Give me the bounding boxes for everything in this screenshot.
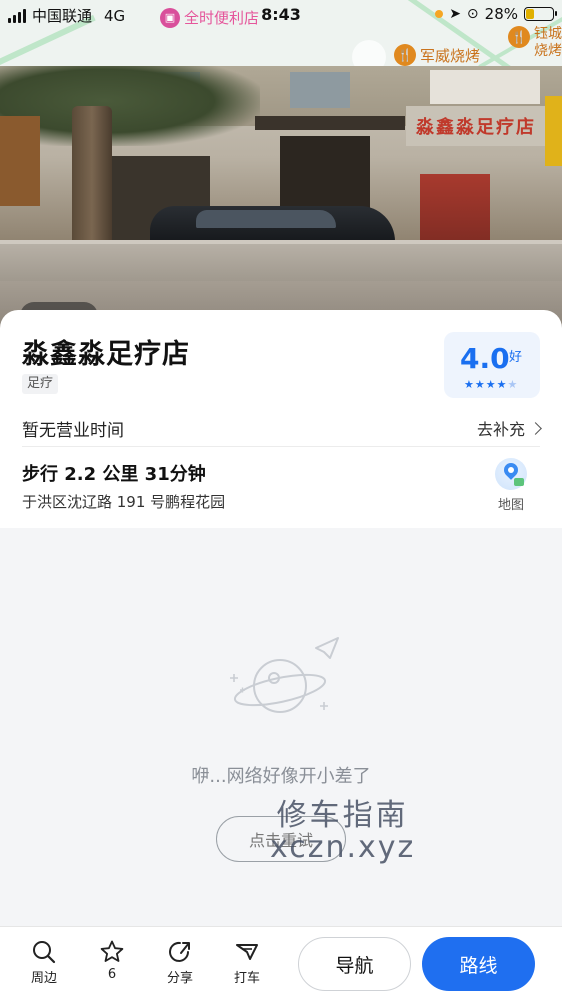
share-icon	[169, 941, 190, 962]
poi-bbq-1[interactable]: 🍴 军威烧烤	[394, 44, 480, 66]
poi-bbq-2[interactable]: 🍴 钰城 烧烤	[508, 26, 562, 60]
share-label: 分享	[166, 971, 193, 986]
orientation-lock-icon: ⊙	[466, 6, 479, 22]
map-label: 地图	[497, 498, 524, 513]
supplement-link[interactable]: 去补充	[476, 416, 542, 440]
chevron-right-icon	[529, 421, 542, 435]
hours-row[interactable]: 暂无营业时间 去补充	[22, 412, 542, 442]
window	[430, 70, 540, 104]
wall	[0, 244, 562, 284]
share-button[interactable]: 分享	[153, 939, 207, 986]
location-arrow-icon: ➤	[449, 6, 461, 22]
shop-awning	[255, 116, 405, 130]
error-message: 咿...网络好像开小差了	[191, 766, 371, 787]
restaurant-icon: 🍴	[394, 44, 416, 66]
taxi-label: 打车	[233, 971, 260, 986]
business-hours: 暂无营业时间	[22, 421, 124, 441]
battery-percent: 28%	[484, 5, 518, 23]
rating-word: 好	[509, 350, 523, 365]
rating-score: 4.0	[460, 342, 510, 375]
mic-indicator-icon	[435, 10, 444, 18]
favorites-count: 6	[107, 967, 117, 982]
route-button[interactable]: 路线	[422, 937, 535, 991]
status-right: ➤ ⊙ 28%	[435, 5, 557, 23]
place-title: 淼鑫淼足疗店	[22, 339, 190, 370]
retry-button[interactable]: 点击重试	[216, 816, 346, 862]
search-icon	[33, 941, 56, 964]
poi-label: 烧烤	[534, 43, 562, 59]
place-info-card: 淼鑫淼足疗店 足疗 4.0 好 ★★★★★ 暂无营业时间 去补充 步行 2.2 …	[0, 310, 562, 528]
sign-board	[0, 116, 40, 206]
poi-label: 军威烧烤	[420, 46, 481, 65]
supplement-label: 去补充	[476, 420, 525, 439]
taxi-button[interactable]: 打车	[220, 939, 274, 986]
nearby-label: 周边	[30, 971, 57, 986]
map-pin-icon	[495, 458, 527, 490]
navigate-button[interactable]: 导航	[298, 937, 411, 991]
shop-sign: 淼鑫淼足疗店	[406, 106, 546, 146]
planet-illustration-icon	[230, 637, 339, 713]
bottom-action-bar: 周边 6 分享 打车 导航 路线	[0, 926, 562, 1000]
place-photo[interactable]: 淼鑫淼足疗店	[0, 66, 562, 328]
nearby-button[interactable]: 周边	[17, 939, 71, 986]
content-error-state: 咿...网络好像开小差了 点击重试 修车指南 xczn.xyz	[0, 528, 562, 926]
category-tag: 足疗	[22, 374, 59, 394]
poi-label-group: 钰城 烧烤	[534, 26, 562, 60]
favorite-button[interactable]: 6	[85, 939, 139, 982]
rating-badge[interactable]: 4.0 好 ★★★★★	[444, 332, 540, 398]
battery-icon	[524, 7, 557, 21]
car-window	[196, 210, 336, 228]
rating-stars-icon: ★★★★★	[464, 378, 519, 391]
taxi-icon	[236, 944, 258, 960]
status-bar: 中国联通 4G 8:43 ➤ ⊙ 28%	[0, 0, 562, 30]
map-search-icon[interactable]	[352, 40, 386, 66]
star-icon	[100, 940, 124, 962]
map-button[interactable]: 地图	[494, 458, 528, 513]
address: 于洪区沈辽路 191 号鹏程花园	[22, 493, 226, 511]
window	[290, 72, 350, 108]
sign-board	[545, 96, 562, 166]
walk-distance: 步行 2.2 公里 31分钟	[22, 464, 206, 485]
divider	[22, 446, 540, 447]
